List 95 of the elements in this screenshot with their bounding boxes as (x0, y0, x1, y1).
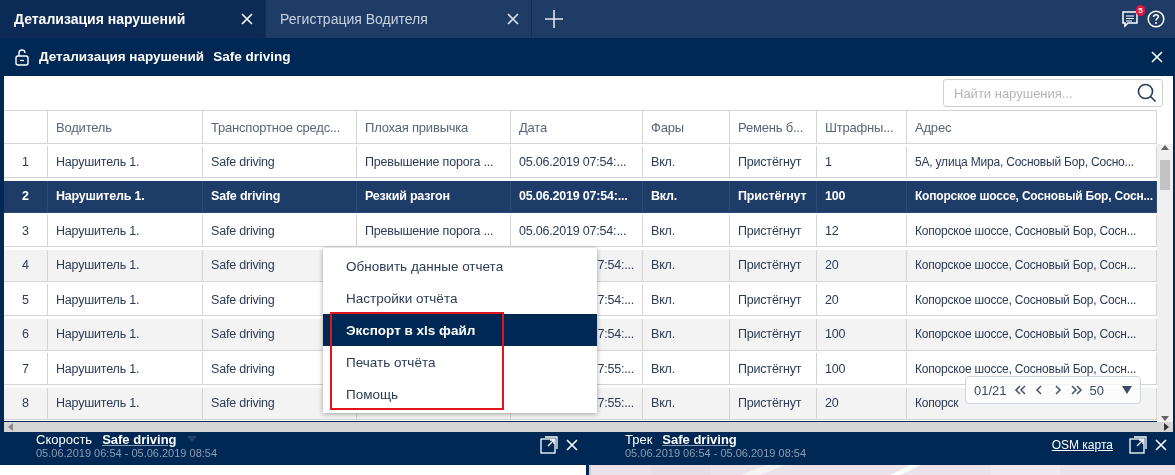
unlock-icon[interactable] (14, 47, 30, 66)
report-subtitle: Safe driving (213, 49, 291, 65)
table-cell: Пристёгнут (730, 249, 817, 282)
table-cell: Safe driving (203, 146, 357, 179)
tab[interactable]: Детализация нарушений (0, 0, 266, 38)
table-cell: Safe driving (203, 180, 357, 213)
column-header[interactable]: Дата (511, 110, 643, 145)
close-icon[interactable] (507, 12, 519, 25)
tab-label: Детализация нарушений (14, 10, 186, 27)
table-cell: Нарушитель 1. (48, 353, 203, 386)
table-cell: Превышение порога ... (357, 215, 511, 248)
table-cell: Нарушитель 1. (48, 215, 203, 248)
table-cell: Копорское шоссе, Сосновый Бор, Сосн... (907, 249, 1157, 282)
table-cell: Пристёгнут (730, 318, 817, 351)
table-cell: 100 (817, 180, 907, 213)
column-header[interactable]: Плохая привычка (357, 110, 511, 145)
map-link[interactable]: OSM карта (1051, 438, 1113, 453)
table-cell: Вкл. (643, 249, 730, 282)
menu-item[interactable]: Экспорт в xls файл (323, 314, 597, 347)
table-cell: Вкл. (643, 318, 730, 351)
expand-icon[interactable] (540, 436, 558, 455)
help-icon[interactable] (1147, 9, 1165, 28)
column-header[interactable]: Транспортное средс... (203, 110, 357, 145)
column-header[interactable]: Водитель (48, 110, 203, 145)
report-title: Детализация нарушений (39, 49, 205, 65)
table-cell: Пристёгнут (730, 284, 817, 317)
row-number: 5 (4, 284, 48, 317)
table-cell: 7:55:... (597, 396, 634, 411)
table-cell: Вкл. (643, 353, 730, 386)
row-number: 6 (4, 318, 48, 351)
scroll-right-icon[interactable] (1164, 423, 1170, 432)
row-number: 7 (4, 353, 48, 386)
panel-title: Скорость (36, 431, 93, 447)
last-page-icon[interactable] (1070, 384, 1083, 397)
table-cell: Нарушитель 1. (48, 249, 203, 282)
scroll-up-icon[interactable] (1161, 144, 1169, 151)
period-label: 05.06.2019 06:54 - 05.06.2019 08:54 (625, 446, 807, 459)
table-cell: Вкл. (643, 180, 730, 213)
table-cell: Копорское шоссе, Сосновый Бор, Сосн... (907, 318, 1157, 351)
column-header[interactable]: Ремень б... (730, 110, 817, 145)
dropdown-icon[interactable] (1122, 386, 1132, 395)
table-cell: Пристёгнут (730, 387, 817, 420)
table-cell: Пристёгнут (730, 215, 817, 248)
search-field[interactable]: Найти нарушения... (943, 79, 1163, 108)
row-number: 2 (4, 180, 48, 213)
period-label: 05.06.2019 06:54 - 05.06.2019 08:54 (36, 446, 218, 459)
table-cell: 12 (817, 215, 907, 248)
scrollbar-thumb[interactable] (1160, 160, 1170, 191)
tab-label: Регистрация Водителя (280, 10, 428, 27)
row-number: 1 (4, 146, 48, 179)
table-cell: 20 (817, 249, 907, 282)
table-cell: Пристёгнут (730, 353, 817, 386)
table-cell: Копорское шоссе, Сосновый Бор, Сосн... (907, 180, 1157, 213)
table-cell: 05.06.2019 07:54:... (511, 180, 643, 213)
table-cell: 7:55:... (597, 361, 634, 376)
table-cell: 7:54:... (597, 258, 634, 273)
table-cell: Нарушитель 1. (48, 180, 203, 213)
table-cell: 100 (817, 318, 907, 351)
panel-title: Трек (625, 431, 653, 447)
plus-icon[interactable] (544, 8, 564, 29)
table-cell: Нарушитель 1. (48, 318, 203, 351)
message-icon[interactable] (1121, 9, 1139, 28)
table-cell: Нарушитель 1. (48, 146, 203, 179)
table-cell: Превышение порога ... (357, 146, 511, 179)
source-select[interactable]: Safe driving (662, 431, 737, 447)
table-cell: 05.06.2019 07:54:... (511, 146, 643, 179)
column-header[interactable]: Штрафны... (817, 110, 907, 145)
table-cell: Нарушитель 1. (48, 387, 203, 420)
table-cell: Вкл. (643, 284, 730, 317)
table-cell: Safe driving (203, 215, 357, 248)
column-header[interactable]: Адрес (907, 110, 1157, 145)
table-cell: 7:54:... (597, 327, 634, 342)
table-cell: Вкл. (643, 387, 730, 420)
notification-badge: 5 (1136, 4, 1145, 16)
table-cell: 20 (817, 387, 907, 420)
horizontal-scrollbar[interactable] (4, 422, 1173, 433)
row-number: 4 (4, 249, 48, 282)
table-cell: Резкий разгон (357, 180, 511, 213)
table-cell: Вкл. (643, 215, 730, 248)
column-header[interactable]: Фары (643, 110, 730, 145)
table-cell: 7:54:... (597, 292, 634, 307)
table-cell: Нарушитель 1. (48, 284, 203, 317)
table-cell: Пристёгнут (730, 146, 817, 179)
table-cell: 05.06.2019 07:54:... (511, 215, 643, 248)
first-page-icon[interactable] (1013, 384, 1026, 397)
row-number: 8 (4, 387, 48, 420)
table-cell: 1 (817, 146, 907, 179)
expand-icon[interactable] (1129, 436, 1147, 455)
row-number: 3 (4, 215, 48, 248)
search-icon[interactable] (1137, 83, 1157, 104)
table-cell: Вкл. (643, 146, 730, 179)
table-cell: Пристёгнут (730, 180, 817, 213)
table-cell: 20 (817, 284, 907, 317)
table-cell: 100 (817, 353, 907, 386)
source-select[interactable]: Safe driving (102, 431, 177, 447)
